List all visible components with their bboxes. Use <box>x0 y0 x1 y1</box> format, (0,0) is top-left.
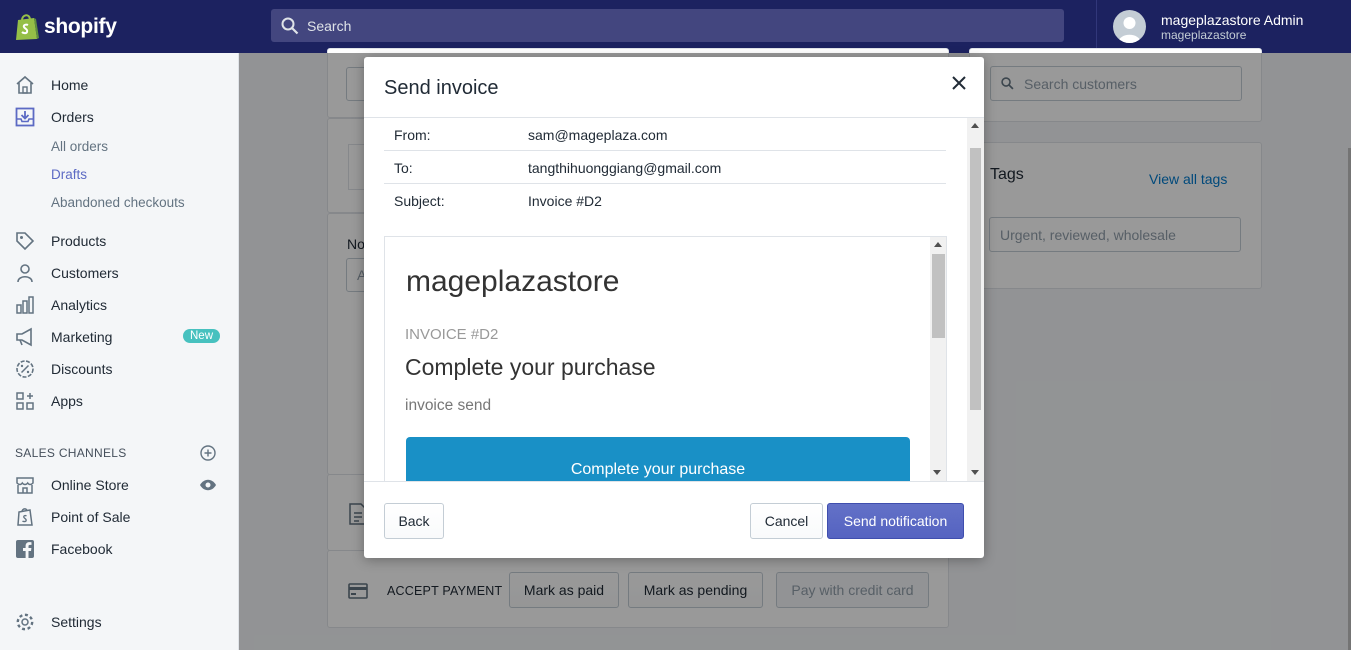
scroll-up-arrow-icon[interactable] <box>934 242 942 247</box>
sidebar-item-discounts[interactable]: Discounts <box>14 357 112 381</box>
sidebar-item-label: Customers <box>51 265 119 281</box>
account-store: mageplazastore <box>1161 27 1247 42</box>
modal-body-scrollbar[interactable] <box>967 118 984 481</box>
to-row: To: tangthihuonggiang@gmail.com <box>384 151 946 184</box>
subject-row: Subject: Invoice #D2 <box>384 184 946 217</box>
sidebar-item-orders[interactable]: Orders <box>14 105 94 129</box>
global-search-input[interactable]: Search <box>271 9 1064 42</box>
email-preview: mageplazastore INVOICE #D2 Complete your… <box>384 236 947 481</box>
user-avatar-icon <box>1118 17 1141 43</box>
sidebar-item-label: Online Store <box>51 477 129 493</box>
search-icon <box>281 17 299 34</box>
shopify-bag-icon <box>16 13 39 40</box>
from-label: From: <box>394 127 431 143</box>
sidebar-item-facebook[interactable]: Facebook <box>14 537 112 561</box>
preview-message: invoice send <box>405 397 492 414</box>
sidebar-item-point-of-sale[interactable]: Point of Sale <box>14 505 130 529</box>
orders-icon <box>14 106 36 128</box>
scroll-down-arrow-icon[interactable] <box>971 470 979 475</box>
preview-store-name: mageplazastore <box>406 265 620 298</box>
sidebar-item-settings[interactable]: Settings <box>14 610 102 634</box>
modal-title: Send invoice <box>384 77 499 99</box>
logo-text: shopify <box>44 14 117 38</box>
preview-invoice-number: INVOICE #D2 <box>405 326 499 343</box>
subject-value: Invoice #D2 <box>528 193 602 209</box>
from-row: From: sam@mageplaza.com <box>384 118 946 151</box>
preview-scroll-down-arrow-icon[interactable] <box>933 470 941 475</box>
sidebar-subitem-abandoned-checkouts[interactable]: Abandoned checkouts <box>51 195 185 210</box>
search-placeholder: Search <box>307 17 352 34</box>
pos-icon <box>14 506 36 528</box>
sidebar-subitem-all-orders[interactable]: All orders <box>51 139 108 154</box>
sidebar-item-label: Apps <box>51 393 83 409</box>
modal-body: From: sam@mageplaza.com To: tangthihuong… <box>364 118 984 481</box>
sidebar-item-label: Home <box>51 77 89 93</box>
to-value: tangthihuonggiang@gmail.com <box>528 160 722 176</box>
sidebar-item-online-store[interactable]: Online Store <box>14 473 129 497</box>
scroll-up-arrow-icon[interactable] <box>971 123 979 128</box>
apps-icon <box>14 390 36 412</box>
sidebar-item-analytics[interactable]: Analytics <box>14 293 107 317</box>
home-icon <box>14 74 36 96</box>
from-value: sam@mageplaza.com <box>528 127 668 143</box>
preview-scrollbar[interactable] <box>930 237 946 481</box>
person-icon <box>14 262 36 284</box>
cancel-button[interactable]: Cancel <box>750 503 823 539</box>
gear-icon <box>14 611 36 633</box>
sidebar-item-marketing[interactable]: Marketing <box>14 325 112 349</box>
modal-scroll-thumb[interactable] <box>970 148 981 410</box>
subject-label: Subject: <box>394 193 445 209</box>
to-label: To: <box>394 160 413 176</box>
store-icon <box>14 474 36 496</box>
sidebar-item-label: Settings <box>51 614 102 630</box>
sidebar-item-label: Orders <box>51 109 94 125</box>
sidebar-item-label: Facebook <box>51 541 113 557</box>
facebook-icon <box>14 538 36 560</box>
sidebar-subitem-drafts[interactable]: Drafts <box>51 167 87 182</box>
preview-scroll-thumb[interactable] <box>932 254 945 338</box>
account-menu[interactable]: mageplazastore Admin mageplazastore <box>1096 0 1351 53</box>
preview-button-label: Complete your purchase <box>570 461 746 478</box>
add-channel-icon[interactable] <box>200 445 216 461</box>
sidebar-item-label: Point of Sale <box>51 509 131 525</box>
sidebar-item-label: Products <box>51 233 107 249</box>
sidebar-item-label: Discounts <box>51 361 113 377</box>
preview-heading: Complete your purchase <box>405 354 656 380</box>
sidebar-item-label: Marketing <box>51 329 113 345</box>
sales-channels-title: SALES CHANNELS <box>15 446 127 460</box>
send-notification-button[interactable]: Send notification <box>827 503 964 539</box>
sidebar-item-products[interactable]: Products <box>14 229 106 253</box>
bar-chart-icon <box>14 294 36 316</box>
tag-icon <box>14 230 36 252</box>
sidebar-item-home[interactable]: Home <box>14 73 88 97</box>
send-invoice-modal: Send invoice From: sam@mageplaza.com To:… <box>364 57 984 558</box>
shopify-logo[interactable]: shopify <box>0 0 239 53</box>
modal-footer: Back Cancel Send notification <box>364 481 984 558</box>
sidebar-item-apps[interactable]: Apps <box>14 389 83 413</box>
discount-icon <box>14 358 36 380</box>
account-name: mageplazastore Admin <box>1161 11 1304 28</box>
eye-icon[interactable] <box>199 479 217 491</box>
new-badge: New <box>183 329 221 343</box>
sidebar: Home Orders All orders Drafts Abandoned … <box>0 53 239 650</box>
avatar <box>1113 10 1146 43</box>
back-button[interactable]: Back <box>384 503 444 539</box>
sidebar-item-customers[interactable]: Customers <box>14 261 119 285</box>
close-icon[interactable] <box>949 73 969 93</box>
sidebar-item-label: Analytics <box>51 297 108 313</box>
preview-complete-purchase-button[interactable]: Complete your purchase <box>406 437 910 481</box>
modal-header: Send invoice <box>364 57 984 118</box>
top-bar: shopify Search mageplazastore Admin mage… <box>0 0 1351 53</box>
megaphone-icon <box>14 326 36 348</box>
